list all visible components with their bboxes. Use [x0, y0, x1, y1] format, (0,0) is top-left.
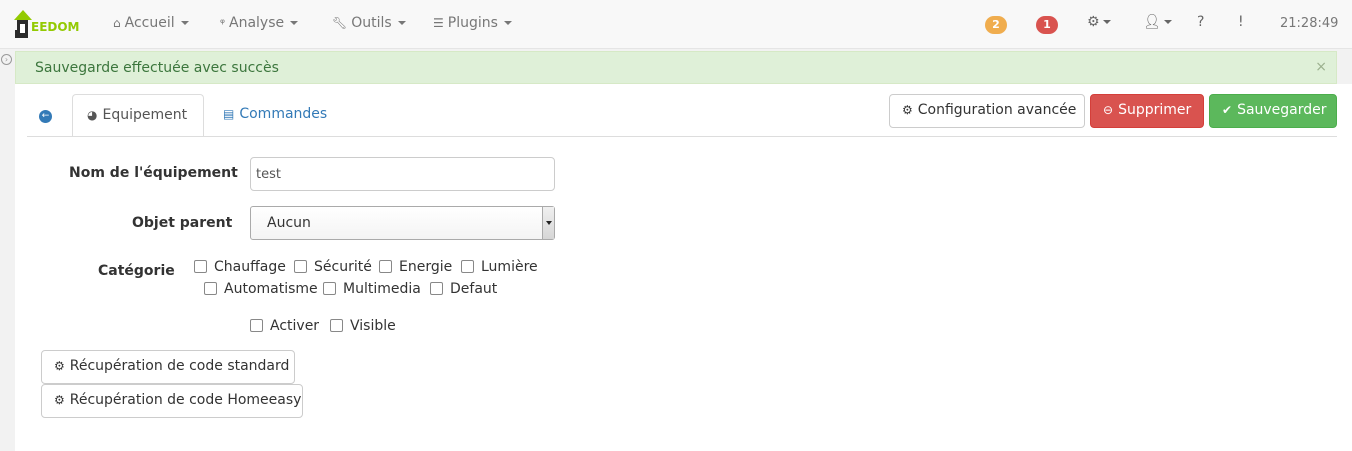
- delete-button[interactable]: ⊖ Supprimer: [1090, 94, 1204, 128]
- category-chauffage-label: Chauffage: [214, 259, 286, 275]
- homeeasy-code-label: Récupération de code Homeeasy: [69, 392, 302, 408]
- category-multimedia-label: Multimedia: [343, 281, 421, 297]
- user-icon: 👤︎: [1143, 14, 1161, 30]
- menu-accueil[interactable]: ⌂ Accueil: [113, 15, 189, 31]
- menu-analyse[interactable]: ᵠ Analyse: [220, 15, 299, 31]
- menu-outils[interactable]: 🔧︎ Outils: [332, 15, 406, 31]
- category-automatisme-label: Automatisme: [224, 281, 318, 297]
- menu-outils-label: Outils: [351, 15, 392, 31]
- equipment-name-input[interactable]: [250, 157, 555, 191]
- delete-label: Supprimer: [1118, 102, 1192, 118]
- list-icon: ☰: [433, 16, 444, 30]
- menu-analyse-label: Analyse: [229, 15, 285, 31]
- menu-plugins[interactable]: ☰ Plugins: [433, 15, 512, 31]
- question-icon: ?: [1197, 14, 1205, 30]
- parent-object-select[interactable]: Aucun: [250, 206, 555, 240]
- checkbox-box: [330, 319, 343, 332]
- menu-plugins-label: Plugins: [447, 15, 498, 31]
- user-menu[interactable]: 👤︎: [1143, 14, 1172, 30]
- activate-label: Activer: [270, 318, 320, 334]
- equipment-name-label: Nom de l'équipement: [69, 165, 238, 181]
- help-button[interactable]: ?: [1197, 14, 1204, 30]
- checkbox-box: [323, 282, 336, 295]
- back-tab[interactable]: ←: [27, 94, 67, 137]
- category-defaut-checkbox[interactable]: Defaut: [430, 281, 497, 297]
- cog-icon: ⚙: [54, 359, 65, 373]
- category-multimedia-checkbox[interactable]: Multimedia: [323, 281, 421, 297]
- checkbox-box: [250, 319, 263, 332]
- check-circle-icon: ✔: [1222, 103, 1233, 117]
- info-button[interactable]: !: [1238, 14, 1244, 30]
- standard-code-button[interactable]: ⚙ Récupération de code standard: [41, 350, 295, 384]
- category-energie-label: Energie: [399, 259, 453, 275]
- parent-object-value: Aucun: [267, 215, 311, 231]
- close-icon[interactable]: ×: [1315, 59, 1327, 75]
- tab-equipement-label: Equipement: [102, 107, 188, 123]
- tachometer-icon: ◕: [87, 108, 98, 122]
- category-securite-checkbox[interactable]: Sécurité: [294, 259, 372, 275]
- warning-badge[interactable]: 2: [985, 16, 1007, 34]
- alert-message: Sauvegarde effectuée avec succès: [35, 60, 279, 76]
- category-label: Catégorie: [98, 263, 175, 279]
- save-button[interactable]: ✔ Sauvegarder: [1209, 94, 1337, 128]
- advanced-config-label: Configuration avancée: [917, 102, 1077, 118]
- category-defaut-label: Defaut: [450, 281, 498, 297]
- checkbox-box: [379, 260, 392, 273]
- success-alert: Sauvegarde effectuée avec succès ×: [15, 51, 1337, 84]
- tab-commandes[interactable]: ▤ Commandes: [209, 94, 341, 137]
- chevron-down-icon: [1163, 20, 1172, 24]
- visible-checkbox[interactable]: Visible: [330, 318, 396, 334]
- cogs-icon: ⚙: [902, 103, 913, 117]
- checkbox-box: [194, 260, 207, 273]
- category-lumiere-label: Lumière: [481, 259, 538, 275]
- category-automatisme-checkbox[interactable]: Automatisme: [204, 281, 318, 297]
- sidebar-toggle-icon[interactable]: ›: [1, 54, 12, 65]
- category-energie-checkbox[interactable]: Energie: [379, 259, 452, 275]
- tab-equipement[interactable]: ◕ Equipement: [72, 94, 204, 137]
- select-arrow-icon: [542, 207, 554, 239]
- top-navbar: EEDOM ⌂ Accueil ᵠ Analyse 🔧︎ Outils ☰ Plugin…: [0, 0, 1352, 49]
- tabs-divider: [27, 136, 1337, 137]
- chevron-down-icon: [503, 21, 512, 25]
- checkbox-box: [461, 260, 474, 273]
- checkbox-box: [204, 282, 217, 295]
- equipment-panel: ← ◕ Equipement ▤ Commandes ⚙ Configuration …: [15, 84, 1352, 451]
- chevron-down-icon: [1102, 20, 1111, 24]
- menu-accueil-label: Accueil: [124, 15, 175, 31]
- checkbox-box: [294, 260, 307, 273]
- category-lumiere-checkbox[interactable]: Lumière: [461, 259, 538, 275]
- advanced-config-button[interactable]: ⚙ Configuration avancée: [889, 94, 1085, 128]
- home-icon: ⌂: [113, 16, 121, 30]
- cogs-icon: ⚙: [1087, 14, 1100, 30]
- exclamation-icon: !: [1238, 14, 1244, 30]
- cog-icon: ⚙: [54, 393, 65, 407]
- chevron-down-icon: [290, 21, 299, 25]
- stethoscope-icon: ᵠ: [220, 16, 225, 30]
- wrench-icon: 🔧︎: [332, 16, 348, 30]
- homeeasy-code-button[interactable]: ⚙ Récupération de code Homeeasy: [41, 384, 303, 418]
- checkbox-box: [430, 282, 443, 295]
- minus-circle-icon: ⊖: [1103, 103, 1114, 117]
- clock: 21:28:49: [1280, 16, 1339, 31]
- standard-code-label: Récupération de code standard: [69, 358, 290, 374]
- chevron-down-icon: [180, 21, 189, 25]
- parent-object-label: Objet parent: [132, 215, 233, 231]
- tab-commandes-label: Commandes: [239, 106, 328, 122]
- activate-checkbox[interactable]: Activer: [250, 318, 319, 334]
- category-securite-label: Sécurité: [314, 259, 372, 275]
- visible-label: Visible: [350, 318, 396, 334]
- category-chauffage-checkbox[interactable]: Chauffage: [194, 259, 286, 275]
- settings-menu[interactable]: ⚙: [1087, 14, 1111, 30]
- list-alt-icon: ▤: [223, 107, 235, 121]
- chevron-down-icon: [397, 21, 406, 25]
- arrow-circle-left-icon: ←: [39, 110, 52, 123]
- logo-text: EEDOM: [31, 20, 80, 34]
- danger-badge[interactable]: 1: [1036, 16, 1058, 34]
- save-label: Sauvegarder: [1237, 102, 1327, 118]
